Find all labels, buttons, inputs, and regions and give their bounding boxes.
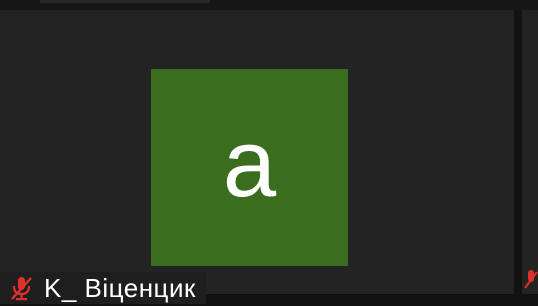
adjacent-video-tile[interactable] (522, 10, 538, 294)
participant-name-bar: K_ Віценцик (0, 272, 206, 304)
participant-video-tile[interactable]: a K_ Віценцик (0, 10, 514, 304)
participant-avatar: a (151, 69, 348, 266)
avatar-initial: a (222, 109, 277, 217)
mic-muted-icon (8, 275, 34, 301)
tile-divider (514, 10, 522, 294)
adjacent-mic-muted-icon (524, 268, 538, 292)
top-edge-highlight (40, 0, 210, 3)
participant-name: K_ Віценцик (44, 272, 196, 303)
top-edge-strip (0, 0, 538, 10)
